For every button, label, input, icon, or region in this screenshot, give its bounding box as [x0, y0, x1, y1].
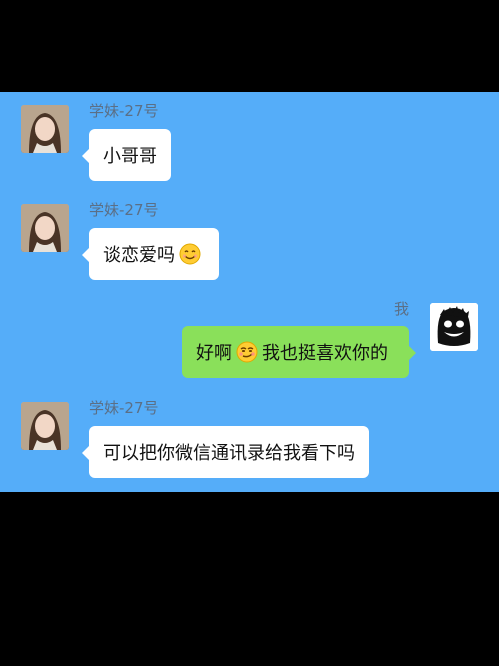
sender-avatar[interactable]: [21, 204, 69, 252]
sender-name: 学妹-27号: [89, 102, 159, 120]
sender-avatar[interactable]: [21, 105, 69, 153]
message-bubble[interactable]: 谈恋爱吗: [82, 228, 219, 280]
message-bubble[interactable]: 小哥哥: [82, 129, 171, 181]
sender-avatar[interactable]: [21, 402, 69, 450]
girl-portrait-icon: [21, 402, 69, 450]
message-text: 小哥哥: [103, 146, 157, 167]
shadow-face-icon: [430, 303, 478, 351]
my-avatar[interactable]: [430, 303, 478, 351]
sender-name: 我: [394, 300, 410, 318]
message-bubble[interactable]: 好啊 我也挺喜欢你的: [182, 326, 416, 378]
smiling-face-emoji-icon: [179, 243, 201, 265]
girl-portrait-icon: [21, 204, 69, 252]
chat-area: 学妹-27号 小哥哥 学妹-27号 谈恋爱吗 我 好啊 我也挺喜欢你的 学妹-2…: [0, 92, 499, 492]
sender-name: 学妹-27号: [89, 399, 159, 417]
sender-name: 学妹-27号: [89, 201, 159, 219]
message-text-start: 好啊: [196, 343, 232, 364]
message-text: 可以把你微信通讯录给我看下吗: [103, 443, 355, 464]
message-text: 谈恋爱吗: [103, 245, 175, 266]
smirking-face-emoji-icon: [236, 341, 258, 363]
girl-portrait-icon: [21, 105, 69, 153]
message-bubble[interactable]: 可以把你微信通讯录给我看下吗: [82, 426, 369, 478]
message-text-end: 我也挺喜欢你的: [262, 343, 388, 364]
